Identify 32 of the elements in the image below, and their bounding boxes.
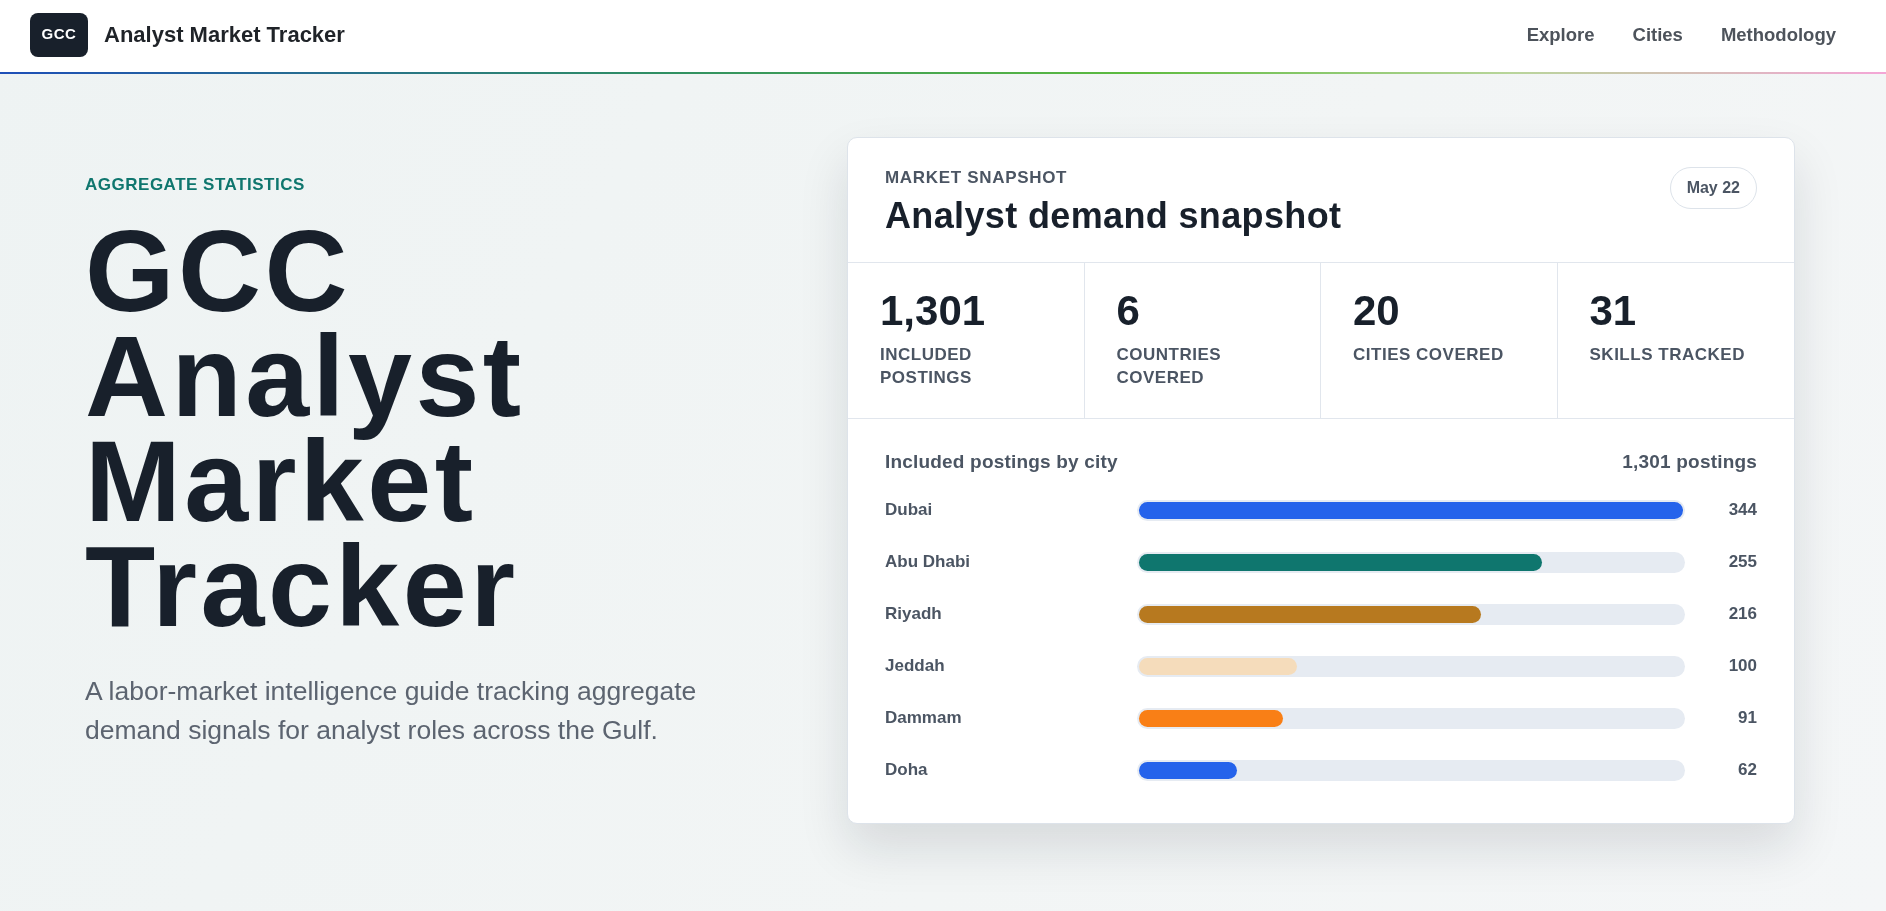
stat-value: 6 [1116, 287, 1140, 335]
section-label: MARKET SNAPSHOT [885, 169, 1068, 187]
city-label: Dammam [885, 707, 962, 730]
city-label: Jeddah [885, 655, 945, 678]
stat-label: INCLUDED POSTINGS [880, 344, 973, 389]
stat-label: CITIES COVERED [1353, 344, 1505, 366]
chart-title: Included postings by city [885, 450, 1118, 474]
hero-description: A labor-market intelligence guide tracking aggregate demand signals for analyst roles across the Gulf. [85, 675, 698, 747]
bar-value: 91 [1738, 707, 1757, 730]
stat-label: COUNTRIES COVERED [1116, 344, 1223, 389]
bar-value: 100 [1728, 655, 1757, 678]
city-label: Riyadh [885, 603, 942, 626]
bar-value: 255 [1728, 551, 1757, 574]
brand-name[interactable]: Analyst Market Tracker [104, 18, 345, 51]
bar-value: 62 [1738, 759, 1757, 782]
nav-link[interactable]: Methodology [1720, 20, 1836, 49]
hero-title: GCC Analyst Market Tracker [85, 219, 526, 639]
nav-link[interactable]: Explore [1526, 20, 1595, 49]
chart-total: 1,301 postings [1622, 450, 1757, 474]
bar-value: 216 [1728, 603, 1757, 626]
eyebrow-label: AGGREGATE STATISTICS [85, 176, 305, 194]
stat-value: 31 [1589, 287, 1637, 335]
brand-logo[interactable]: GCC [30, 12, 88, 57]
city-label: Dubai [885, 499, 933, 522]
city-label: Abu Dhabi [885, 551, 970, 574]
city-label: Doha [885, 759, 928, 782]
stat-value: 20 [1353, 287, 1400, 335]
nav-link[interactable]: Cities [1632, 20, 1683, 49]
card-title: Analyst demand snapshot [885, 194, 1342, 237]
bar-value: 344 [1728, 499, 1757, 522]
stat-value: 1,301 [880, 287, 986, 335]
stat-label: SKILLS TRACKED [1589, 344, 1746, 366]
